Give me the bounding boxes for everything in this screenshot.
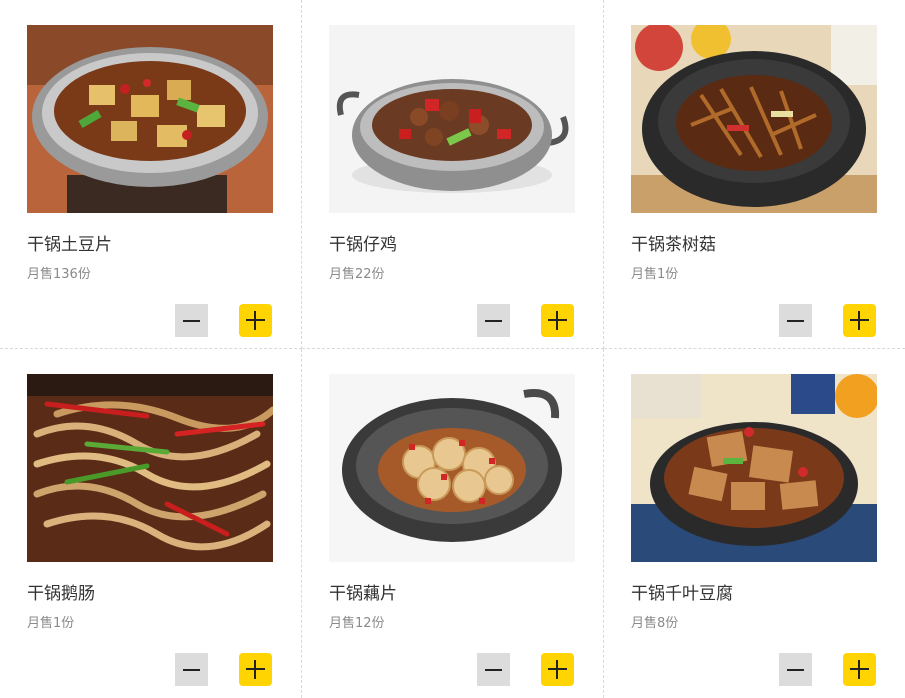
dish-photo[interactable] <box>329 25 575 213</box>
dish-photo-image <box>631 374 877 562</box>
dish-sales: 月售8份 <box>631 616 679 631</box>
decrease-button[interactable] <box>779 304 812 337</box>
dish-name: 干锅茶树菇 <box>631 235 716 255</box>
increase-button[interactable] <box>541 304 574 337</box>
increase-button[interactable] <box>239 653 272 686</box>
minus-icon <box>485 669 502 671</box>
decrease-button[interactable] <box>779 653 812 686</box>
dish-name: 干锅千叶豆腐 <box>631 584 733 604</box>
dish-card: 干锅茶树菇 月售1份 <box>604 0 905 349</box>
dish-photo[interactable] <box>631 25 877 213</box>
dish-photo-image <box>27 374 273 562</box>
minus-icon <box>183 669 200 671</box>
dish-photo-image <box>329 25 575 213</box>
dish-photo[interactable] <box>631 374 877 562</box>
dish-sales: 月售22份 <box>329 267 385 282</box>
dish-card: 干锅藕片 月售12份 <box>302 349 604 698</box>
dish-name: 干锅鹅肠 <box>27 584 95 604</box>
minus-icon <box>485 320 502 322</box>
dish-name: 干锅藕片 <box>329 584 397 604</box>
increase-button[interactable] <box>541 653 574 686</box>
decrease-button[interactable] <box>477 653 510 686</box>
dish-sales: 月售136份 <box>27 267 91 282</box>
dish-photo[interactable] <box>27 25 273 213</box>
decrease-button[interactable] <box>175 304 208 337</box>
minus-icon <box>183 320 200 322</box>
dish-name: 干锅仔鸡 <box>329 235 397 255</box>
decrease-button[interactable] <box>477 304 510 337</box>
dish-card: 干锅鹅肠 月售1份 <box>0 349 302 698</box>
dish-photo-image <box>329 374 575 562</box>
minus-icon <box>787 320 804 322</box>
dish-sales: 月售12份 <box>329 616 385 631</box>
minus-icon <box>787 669 804 671</box>
dish-card: 干锅土豆片 月售136份 <box>0 0 302 349</box>
dish-photo[interactable] <box>27 374 273 562</box>
increase-button[interactable] <box>843 653 876 686</box>
dish-sales: 月售1份 <box>631 267 679 282</box>
dish-card: 干锅仔鸡 月售22份 <box>302 0 604 349</box>
dish-photo-image <box>631 25 877 213</box>
dish-grid: 干锅土豆片 月售136份 干锅仔鸡 月售22份 干锅茶树菇 月售1份 干锅鹅肠 … <box>0 0 905 698</box>
dish-card: 干锅千叶豆腐 月售8份 <box>604 349 905 698</box>
increase-button[interactable] <box>239 304 272 337</box>
increase-button[interactable] <box>843 304 876 337</box>
dish-photo[interactable] <box>329 374 575 562</box>
dish-name: 干锅土豆片 <box>27 235 112 255</box>
decrease-button[interactable] <box>175 653 208 686</box>
dish-sales: 月售1份 <box>27 616 75 631</box>
dish-photo-image <box>27 25 273 213</box>
